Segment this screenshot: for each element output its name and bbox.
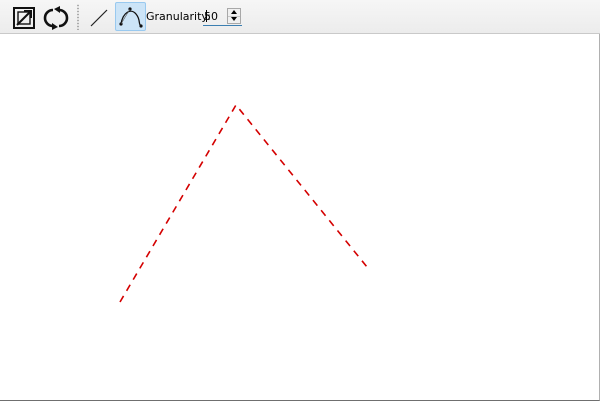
toolbar-separator bbox=[77, 4, 79, 30]
toolbar: Granularity: bbox=[0, 0, 600, 34]
text-caret bbox=[206, 10, 207, 22]
resize-button[interactable] bbox=[9, 3, 37, 31]
spin-down-arrow-icon[interactable] bbox=[228, 16, 240, 23]
resize-arrow-icon bbox=[13, 7, 35, 29]
curve-tool-button[interactable] bbox=[115, 2, 146, 31]
granularity-input[interactable] bbox=[204, 8, 228, 24]
curve-tool-icon bbox=[119, 7, 143, 28]
refresh-icon bbox=[43, 6, 69, 30]
drawing-canvas[interactable] bbox=[0, 34, 600, 401]
granularity-spinbox[interactable] bbox=[203, 8, 242, 26]
curve-polyline bbox=[119, 103, 368, 303]
granularity-label: Granularity: bbox=[146, 10, 211, 23]
spin-buttons bbox=[227, 8, 241, 24]
refresh-button[interactable] bbox=[41, 3, 69, 31]
canvas-drawing bbox=[119, 103, 368, 303]
line-tool-button[interactable] bbox=[84, 3, 112, 31]
line-tool-icon bbox=[90, 9, 108, 27]
app-window: Granularity: bbox=[0, 0, 600, 401]
